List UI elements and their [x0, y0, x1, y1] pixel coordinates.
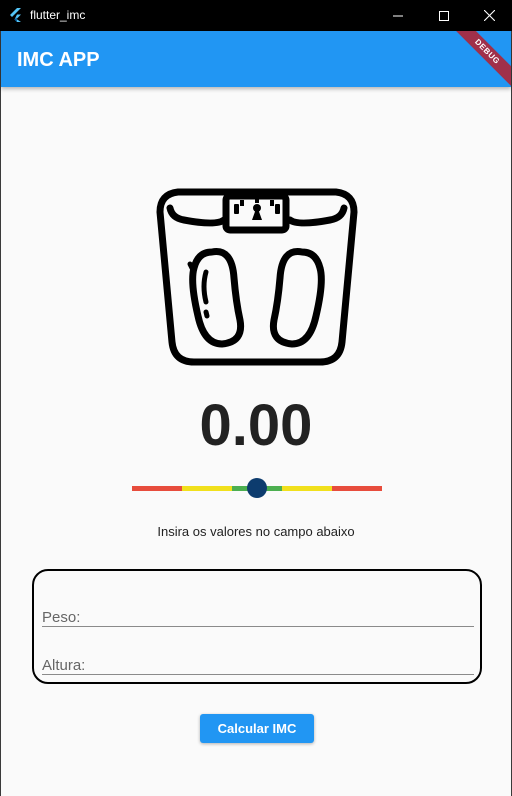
flutter-logo-icon	[10, 8, 21, 22]
peso-input[interactable]	[42, 583, 478, 629]
altura-underline	[42, 674, 474, 675]
altura-input[interactable]	[42, 631, 478, 677]
instruction-text: Insira os valores no campo abaixo	[157, 524, 355, 539]
debug-banner: DEBUG	[449, 31, 511, 87]
gauge-segment-low	[132, 486, 182, 491]
gauge-segment-mid-low	[182, 486, 232, 491]
maximize-button[interactable]	[421, 0, 467, 31]
gauge-segment-mid-high	[282, 486, 332, 491]
minimize-icon	[393, 15, 403, 16]
app-title: IMC APP	[17, 49, 100, 71]
maximize-icon	[439, 10, 449, 21]
app-bar: IMC APP DEBUG	[1, 31, 511, 87]
imc-gauge	[132, 478, 382, 498]
gauge-segment-high	[332, 486, 382, 491]
altura-field[interactable]: Altura:	[42, 631, 478, 677]
minimize-button[interactable]	[375, 0, 421, 31]
calculate-imc-button[interactable]: Calcular IMC	[200, 714, 314, 743]
window-titlebar: flutter_imc	[0, 0, 512, 31]
gauge-indicator	[247, 478, 267, 498]
peso-field[interactable]: Peso:	[42, 583, 478, 629]
imc-result-value: 0.00	[199, 393, 313, 458]
input-form-card: Peso: Altura:	[32, 569, 482, 684]
bathroom-scale-icon	[156, 188, 358, 366]
peso-underline	[42, 626, 474, 627]
close-button[interactable]	[466, 0, 512, 31]
close-icon	[483, 10, 495, 21]
window-title: flutter_imc	[30, 8, 86, 22]
